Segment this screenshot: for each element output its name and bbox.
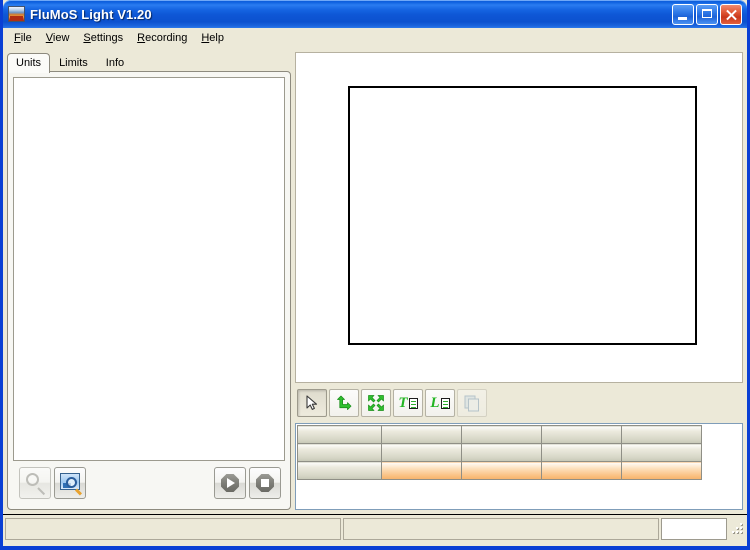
- status-value-pane: [661, 517, 727, 540]
- table-cell[interactable]: [541, 425, 622, 444]
- tab-info[interactable]: Info: [97, 54, 133, 72]
- menu-label-view: iew: [52, 31, 70, 44]
- magnifier-handle-icon: [37, 487, 46, 496]
- play-icon: [227, 478, 235, 488]
- tab-strip: Units Limits Info: [7, 52, 291, 73]
- graph-panel[interactable]: [295, 52, 743, 383]
- menu-item-recording[interactable]: Recording: [130, 30, 194, 47]
- menu-bar: File View Settings Recording Help: [3, 28, 747, 48]
- pan-tool-button[interactable]: [329, 389, 359, 417]
- resize-grip-icon[interactable]: [731, 522, 745, 536]
- title-bar[interactable]: FluMoS Light V1.20: [3, 0, 747, 28]
- menu-label-recording: ecording: [145, 31, 188, 44]
- stop-icon: [261, 479, 269, 487]
- table-cell[interactable]: [461, 425, 542, 444]
- maximize-icon: [702, 8, 712, 18]
- maximize-button[interactable]: [696, 3, 718, 25]
- menu-item-help[interactable]: Help: [194, 30, 231, 47]
- menu-item-view[interactable]: View: [39, 30, 77, 47]
- table-cell[interactable]: [381, 443, 462, 462]
- table-cell[interactable]: [621, 443, 702, 462]
- menu-accel-recording: R: [137, 31, 146, 44]
- text-tool-letter: T: [398, 394, 408, 411]
- table-cell[interactable]: [621, 425, 702, 444]
- copy-tool-button[interactable]: [457, 389, 487, 417]
- tab-page-units: [7, 71, 291, 510]
- close-button[interactable]: [720, 3, 742, 25]
- table-cell[interactable]: [381, 425, 462, 444]
- document-glyph-icon-2: [440, 397, 450, 409]
- legend-tool-letter: L: [430, 394, 440, 411]
- magnifier-icon: [26, 473, 39, 486]
- menu-label-file: ile: [20, 31, 32, 44]
- cursor-arrow-icon: [298, 390, 326, 416]
- l-document-icon: L: [426, 390, 454, 416]
- minimize-button[interactable]: [672, 3, 694, 25]
- table-cell[interactable]: [381, 461, 462, 480]
- table-cell[interactable]: [297, 443, 382, 462]
- data-table-panel[interactable]: [295, 423, 743, 510]
- zoom-out-button[interactable]: [19, 467, 51, 499]
- table-row[interactable]: [297, 461, 702, 480]
- graph-toolbar: T L: [295, 385, 743, 421]
- app-logo-icon[interactable]: [8, 6, 25, 22]
- status-detail-pane: [343, 517, 659, 540]
- menu-item-settings[interactable]: Settings: [76, 30, 130, 47]
- move-arrows-icon: [330, 390, 358, 416]
- menu-accel-view: V: [45, 31, 53, 44]
- left-button-bar: [13, 463, 285, 505]
- window-title: FluMoS Light V1.20: [30, 6, 152, 22]
- window-controls: [672, 3, 745, 25]
- table-cell[interactable]: [541, 443, 622, 462]
- table-row[interactable]: [297, 425, 702, 444]
- copy-icon: [458, 390, 486, 416]
- document-glyph-icon: [408, 397, 418, 409]
- table-cell[interactable]: [621, 461, 702, 480]
- menu-accel-settings: S: [83, 31, 91, 44]
- play-button[interactable]: [214, 467, 246, 499]
- table-cell[interactable]: [297, 461, 382, 480]
- unit-list[interactable]: [13, 77, 285, 461]
- zoom-region-button[interactable]: [54, 467, 86, 499]
- select-tool-button[interactable]: [297, 389, 327, 417]
- status-bar: [3, 514, 747, 546]
- table-cell[interactable]: [461, 443, 542, 462]
- tab-limits[interactable]: Limits: [50, 54, 97, 72]
- main-content-area: Units Limits Info T L: [3, 48, 747, 514]
- picture-magnifier-icon: [66, 477, 77, 488]
- tab-units[interactable]: Units: [7, 53, 51, 73]
- table-cell[interactable]: [297, 425, 382, 444]
- menu-item-file[interactable]: File: [7, 30, 39, 47]
- plot-area[interactable]: [348, 86, 697, 345]
- data-table: [297, 425, 702, 480]
- menu-label-settings: ettings: [90, 31, 124, 44]
- menu-accel-file: F: [14, 31, 21, 44]
- legend-tool-button[interactable]: L: [425, 389, 455, 417]
- right-panel: T L: [295, 52, 743, 510]
- menu-label-help: elp: [209, 31, 224, 44]
- stop-button[interactable]: [249, 467, 281, 499]
- zoom-fit-tool-button[interactable]: [361, 389, 391, 417]
- left-panel: Units Limits Info: [7, 52, 291, 510]
- text-tool-button[interactable]: T: [393, 389, 423, 417]
- table-cell[interactable]: [541, 461, 622, 480]
- picture-magnifier-handle-icon: [74, 488, 83, 496]
- minimize-icon: [678, 16, 687, 20]
- table-cell[interactable]: [461, 461, 542, 480]
- application-window: FluMoS Light V1.20 File View Settings Re…: [0, 0, 750, 550]
- t-document-icon: T: [394, 390, 422, 416]
- expand-arrows-icon: [362, 390, 390, 416]
- status-message-pane: [5, 517, 341, 540]
- table-row[interactable]: [297, 443, 702, 462]
